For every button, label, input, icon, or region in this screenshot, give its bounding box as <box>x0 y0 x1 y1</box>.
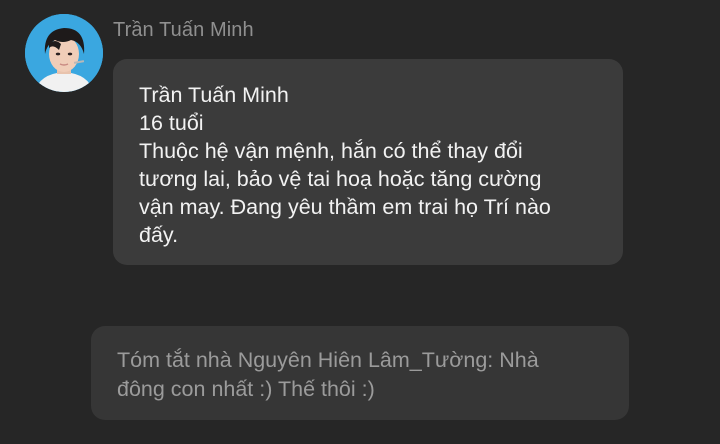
message-line: Thuộc hệ vận mệnh, hắn có thể thay đổi <box>139 139 523 163</box>
message-bubble[interactable]: Trần Tuấn Minh 16 tuổi Thuộc hệ vận mệnh… <box>113 59 623 265</box>
message-bubble-secondary[interactable]: Tóm tắt nhà Nguyên Hiên Lâm_Tường: Nhà đ… <box>91 326 629 420</box>
message-line: 16 tuổi <box>139 111 204 135</box>
message-line: Tóm tắt nhà Nguyên Hiên Lâm_Tường: Nhà <box>117 348 539 372</box>
sender-name: Trần Tuấn Minh <box>113 19 254 41</box>
message-line: đông con nhất :) Thế thôi :) <box>117 377 375 401</box>
message-line: đấy. <box>139 223 179 247</box>
avatar[interactable] <box>25 14 103 92</box>
avatar-photo <box>25 14 103 92</box>
message-line: tương lai, bảo vệ tai hoạ hoặc tăng cườn… <box>139 167 542 191</box>
message-line: vận may. Đang yêu thầm em trai họ Trí nà… <box>139 195 551 219</box>
message-line: Trần Tuấn Minh <box>139 83 289 107</box>
